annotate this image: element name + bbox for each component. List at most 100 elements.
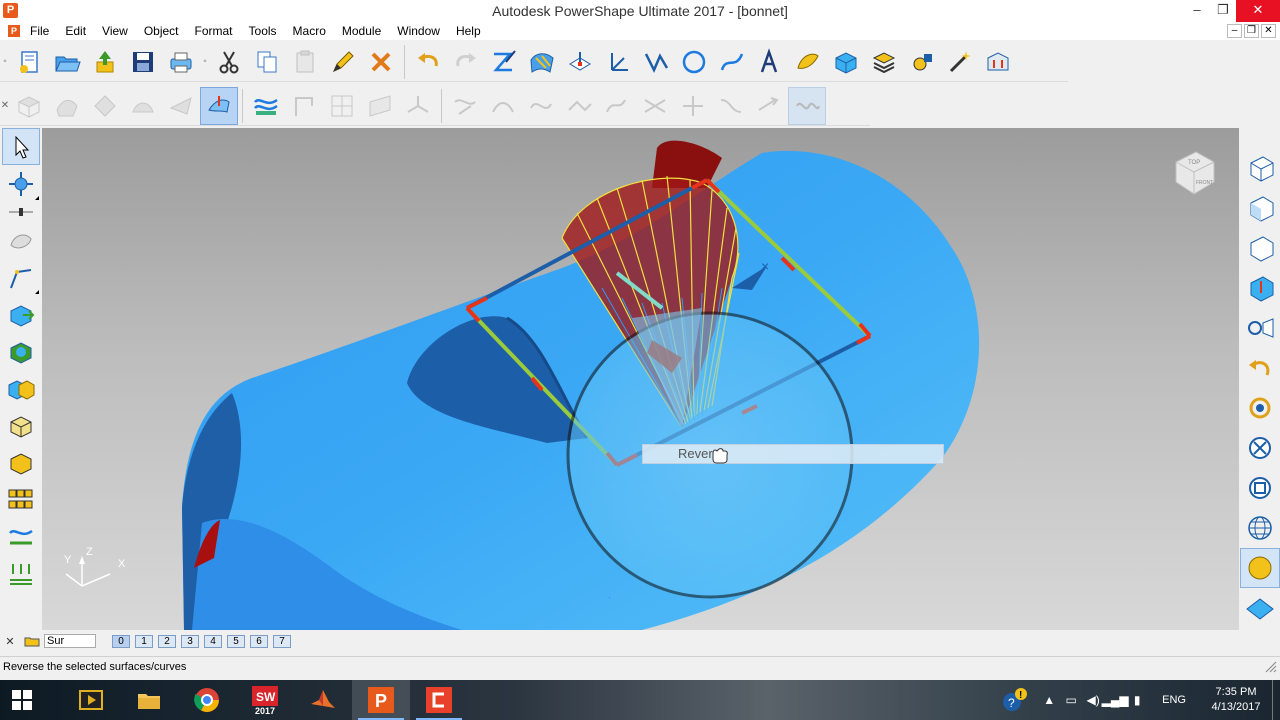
taskbar-solidworks[interactable]: SW 2017 [236,680,294,720]
surface-tool-2[interactable] [48,87,86,125]
curve-tool-8[interactable] [712,87,750,125]
menu-object[interactable]: Object [136,24,187,38]
taskbar-powershape[interactable]: P [352,680,410,720]
shading-button[interactable] [2,222,40,259]
view-shaded-wire-button[interactable] [1240,588,1280,628]
line-button[interactable] [637,43,675,81]
solid-export-button[interactable] [2,296,40,333]
minimize-button[interactable]: – [1184,0,1210,22]
level-5-button[interactable]: 5 [227,634,245,648]
menu-macro[interactable]: Macro [285,24,334,38]
start-button[interactable] [0,680,44,720]
workplane-button[interactable] [561,43,599,81]
language-indicator[interactable]: ENG [1162,694,1186,706]
view-iso-button[interactable] [1240,148,1280,188]
toolbar-grip[interactable]: ◦ [0,43,10,81]
curve-button[interactable] [713,43,751,81]
arc-circle-button[interactable] [675,43,713,81]
save-button[interactable] [124,43,162,81]
wave-surface-button[interactable] [2,518,40,555]
taskbar-file-explorer[interactable] [120,680,178,720]
curve-tool-3[interactable] [522,87,560,125]
pattern-button[interactable] [2,481,40,518]
tray-display-icon[interactable]: ▭ [1060,689,1082,711]
mesh-button[interactable] [865,43,903,81]
surface-button[interactable] [789,43,827,81]
taskbar-camtasia[interactable] [410,680,468,720]
resize-grip-icon[interactable] [1264,660,1278,674]
solid-feature-button[interactable] [2,333,40,370]
menu-format[interactable]: Format [187,24,241,38]
battery-icon[interactable]: ▮ [1126,689,1148,711]
redo-button[interactable] [447,43,485,81]
level-bar-close-icon[interactable]: ✕ [0,635,20,648]
surface-tool-10[interactable] [361,87,399,125]
curve-tool-7[interactable] [674,87,712,125]
curve-tool-1[interactable] [446,87,484,125]
menu-help[interactable]: Help [448,24,489,38]
view-side-button[interactable] [1240,228,1280,268]
surface-tool-8[interactable] [285,87,323,125]
curve-tool-4[interactable] [560,87,598,125]
surface-quick-button[interactable] [523,43,561,81]
surface-curves-button[interactable] [247,87,285,125]
doc-minimize-button[interactable]: – [1227,24,1242,38]
taskbar-media-app[interactable] [62,680,120,720]
new-model-button[interactable] [10,43,48,81]
delete-button[interactable] [362,43,400,81]
menu-module[interactable]: Module [334,24,389,38]
surface-tool-3[interactable] [86,87,124,125]
tray-overflow-icon[interactable]: ▲ [1038,689,1060,711]
print-button[interactable] [162,43,200,81]
clock[interactable]: 7:35 PM 4/13/2017 [1200,685,1272,715]
doc-close-button[interactable]: ✕ [1261,24,1276,38]
document-menu-icon[interactable]: P [8,25,20,37]
view-rotate-axis-button[interactable] [1240,388,1280,428]
view-front-button[interactable] [1240,188,1280,228]
cut-button[interactable] [210,43,248,81]
undo-button[interactable] [409,43,447,81]
level-1-button[interactable]: 1 [135,634,153,648]
box-primitive-button[interactable] [2,407,40,444]
view-shaded-button[interactable] [1240,548,1280,588]
single-workplane-button[interactable] [599,43,637,81]
level-2-button[interactable]: 2 [158,634,176,648]
level-6-button[interactable]: 6 [250,634,268,648]
doc-restore-button[interactable]: ❐ [1244,24,1259,38]
toolbar-grip-2[interactable]: ◦ [200,43,210,81]
curve-tool-10[interactable] [788,86,826,125]
view-wireframe-button[interactable] [1240,508,1280,548]
surface-tool-1[interactable] [10,87,48,125]
tool-options-button[interactable] [979,43,1017,81]
edit-button[interactable] [324,43,362,81]
level-3-button[interactable]: 3 [181,634,199,648]
surface-tool-4[interactable] [124,87,162,125]
view-previous-button[interactable] [1240,348,1280,388]
close-button[interactable]: ✕ [1236,0,1280,22]
wizard-button[interactable] [941,43,979,81]
menu-window[interactable]: Window [389,24,448,38]
taskbar-chrome[interactable] [178,680,236,720]
help-alert-icon[interactable]: ?! [1000,688,1030,711]
text-button[interactable] [751,43,789,81]
reverse-surface-button[interactable] [200,86,238,125]
level-name-field[interactable]: Sur [44,634,96,648]
sketch-button[interactable] [485,43,523,81]
menu-view[interactable]: View [94,24,136,38]
menu-edit[interactable]: Edit [57,24,94,38]
view-rotate-button[interactable] [2,165,40,202]
feature-button[interactable] [2,444,40,481]
slider-handle[interactable] [2,202,40,222]
curve-tool-5[interactable] [598,87,636,125]
curve-tool-9[interactable] [750,87,788,125]
view-top-button[interactable] [1240,268,1280,308]
curve-tool-6[interactable] [636,87,674,125]
network-icon[interactable]: ▂▄▆ [1102,689,1129,711]
solid-button[interactable] [827,43,865,81]
taskbar-matlab[interactable] [294,680,352,720]
view-zoom-box-button[interactable] [1240,468,1280,508]
menu-tools[interactable]: Tools [241,24,285,38]
paste-button[interactable] [286,43,324,81]
graphics-viewport[interactable]: × · Rever TOP FRONT Z X Y [42,128,1239,630]
open-model-button[interactable] [48,43,86,81]
